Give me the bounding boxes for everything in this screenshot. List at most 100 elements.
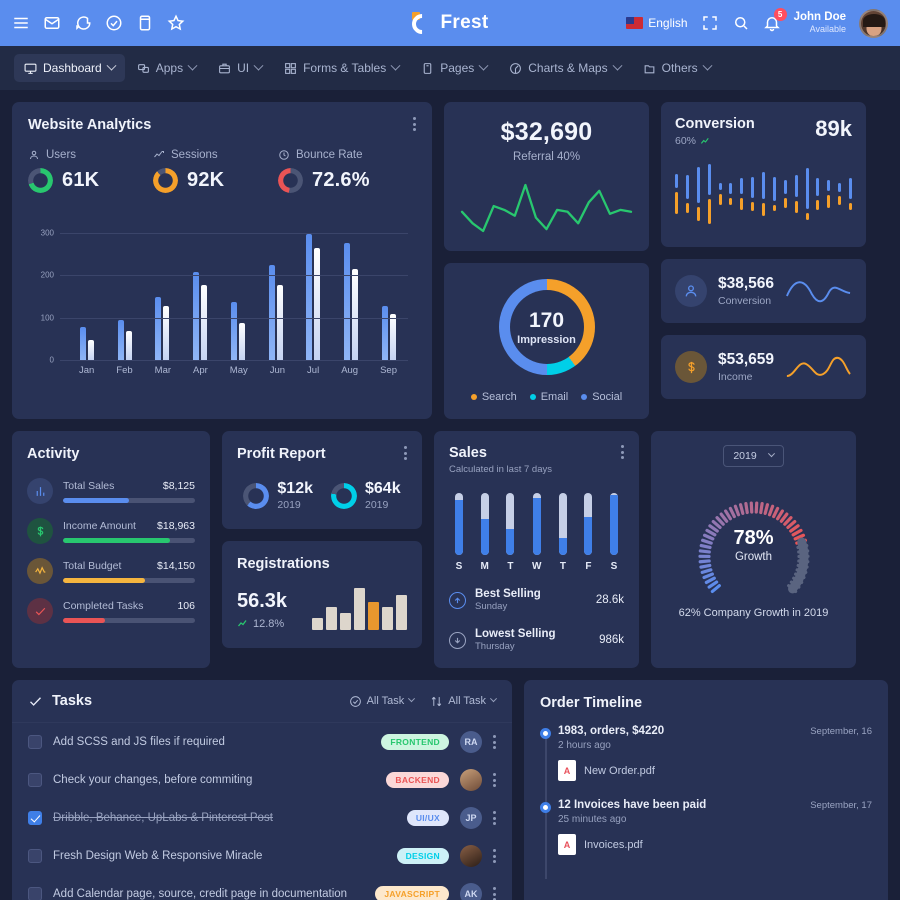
avatar[interactable] bbox=[859, 8, 888, 38]
menu-label-ui: UI bbox=[237, 61, 250, 75]
dashboard-content: Website Analytics Users 61K Sessions 92K… bbox=[0, 90, 900, 900]
menu-item-others[interactable]: Others bbox=[633, 54, 721, 82]
card-options-button[interactable] bbox=[413, 117, 416, 131]
user-info[interactable]: John Doe Available bbox=[794, 11, 846, 35]
timeline-file[interactable]: A New Order.pdf bbox=[558, 760, 872, 781]
search-icon[interactable] bbox=[732, 14, 750, 32]
language-selector[interactable]: English bbox=[626, 16, 688, 30]
mail-icon[interactable] bbox=[43, 14, 61, 32]
spark-bar-down bbox=[762, 202, 765, 217]
chart-bar bbox=[155, 297, 162, 360]
tasks-sort-dropdown[interactable]: All Task bbox=[430, 694, 498, 708]
gauge-tick bbox=[710, 584, 721, 594]
user-name: John Doe bbox=[793, 11, 846, 24]
menu-item-charts-maps[interactable]: Charts & Maps bbox=[499, 54, 630, 82]
sales-bar-label: T bbox=[559, 561, 566, 572]
menu-item-ui[interactable]: UI bbox=[208, 54, 272, 82]
sales-bar-track bbox=[480, 493, 489, 555]
task-options-button[interactable] bbox=[493, 849, 496, 863]
menu-item-forms-tables[interactable]: Forms & Tables bbox=[274, 54, 409, 82]
card-options-button[interactable] bbox=[404, 446, 407, 460]
task-options-button[interactable] bbox=[493, 887, 496, 900]
progress-fill bbox=[63, 577, 145, 583]
chart-gridline bbox=[60, 360, 408, 361]
grid-icon bbox=[285, 62, 296, 74]
tasks-filter-dropdown[interactable]: All Task bbox=[349, 694, 416, 708]
task-checkbox[interactable] bbox=[28, 887, 42, 900]
sales-title: Sales bbox=[449, 445, 487, 461]
stat-bounce-rate: Bounce Rate 72.6% bbox=[278, 149, 403, 193]
task-row[interactable]: Check your changes, before commiting BACK… bbox=[12, 761, 512, 799]
gauge-tick bbox=[733, 504, 740, 517]
lowest-selling-value: 986k bbox=[599, 634, 624, 646]
spark-bar-down bbox=[718, 194, 722, 206]
sort-icon bbox=[432, 696, 442, 706]
menu-icon[interactable] bbox=[12, 14, 30, 32]
x-axis-tick: Aug bbox=[341, 365, 359, 376]
spark-bar-pair bbox=[762, 171, 765, 217]
calendar-icon[interactable] bbox=[136, 14, 154, 32]
legend-label: Search bbox=[481, 391, 517, 403]
menu-item-dashboard[interactable]: Dashboard bbox=[14, 54, 125, 82]
conversion-card: Conversion 60% 89k bbox=[661, 102, 866, 247]
spark-bar-pair bbox=[751, 177, 755, 211]
avatar[interactable]: RA bbox=[460, 731, 482, 753]
dashboard-row-1: Website Analytics Users 61K Sessions 92K… bbox=[12, 102, 888, 419]
spark-bar-pair bbox=[838, 183, 842, 205]
sales-bar-fill bbox=[532, 497, 541, 555]
task-checkbox[interactable] bbox=[28, 811, 42, 825]
progress-fill bbox=[63, 497, 129, 503]
revenue-sparkline bbox=[460, 183, 633, 233]
sales-bar-column: M bbox=[481, 493, 489, 572]
timeline-file[interactable]: A Invoices.pdf bbox=[558, 834, 872, 855]
chevron-down-icon bbox=[187, 60, 198, 71]
task-row[interactable]: Dribble, Behance, UpLabs & Pinterest Pos… bbox=[12, 799, 512, 837]
task-checkbox[interactable] bbox=[28, 773, 42, 787]
task-row[interactable]: Add SCSS and JS files if required FRONTEN… bbox=[12, 723, 512, 761]
tasks-filter-label: All Task bbox=[366, 695, 405, 707]
avatar[interactable]: AK bbox=[460, 883, 482, 900]
task-row[interactable]: Add Calendar page, source, credit page i… bbox=[12, 875, 512, 900]
spark-bar-pair bbox=[783, 180, 787, 208]
dollar-icon bbox=[675, 351, 707, 383]
task-row[interactable]: Fresh Design Web & Responsive Miracle DES… bbox=[12, 837, 512, 875]
card-options-button[interactable] bbox=[621, 445, 624, 459]
task-options-button[interactable] bbox=[493, 735, 496, 749]
task-tag: FRONTEND bbox=[381, 734, 449, 750]
spark-bar-up bbox=[816, 177, 820, 197]
notifications-button[interactable]: 5 bbox=[763, 8, 787, 32]
task-options-button[interactable] bbox=[493, 811, 496, 825]
spark-bar-down bbox=[816, 200, 820, 211]
spark-bar-down bbox=[707, 199, 711, 224]
fullscreen-icon[interactable] bbox=[701, 14, 719, 32]
timeline-item-title: 12 Invoices have been paid bbox=[558, 799, 707, 811]
chat-icon[interactable] bbox=[74, 14, 92, 32]
menu-item-pages[interactable]: Pages bbox=[411, 54, 497, 82]
sales-bar-column: W bbox=[532, 493, 541, 572]
year-select[interactable]: 2019 bbox=[723, 445, 784, 467]
sales-bar-column: S bbox=[455, 493, 463, 572]
spark-bar-up bbox=[685, 175, 689, 199]
chevron-down-icon bbox=[702, 60, 713, 71]
avatar[interactable] bbox=[460, 769, 482, 791]
gauge-tick bbox=[719, 512, 728, 523]
registrations-bar-chart bbox=[312, 588, 407, 630]
task-options-button[interactable] bbox=[493, 773, 496, 787]
bar-group bbox=[382, 306, 396, 360]
revenue-subtitle: Referral 40% bbox=[512, 151, 581, 163]
impression-legend: Search Email Social bbox=[470, 391, 622, 403]
task-checkbox[interactable] bbox=[28, 849, 42, 863]
chart-bar bbox=[201, 284, 208, 360]
avatar[interactable]: JP bbox=[460, 807, 482, 829]
brand-logo: Frest bbox=[370, 9, 530, 39]
timeline-item: 1983, orders, $4220 September, 16 2 hours … bbox=[540, 725, 872, 799]
menu-item-apps[interactable]: Apps bbox=[127, 54, 206, 82]
arrow-up-icon bbox=[449, 591, 466, 609]
spark-bar-up bbox=[696, 167, 700, 204]
check-circle-icon[interactable] bbox=[105, 14, 123, 32]
sales-card: Sales Calculated in last 7 days SMTWTFS … bbox=[434, 431, 639, 668]
star-icon[interactable] bbox=[167, 14, 185, 32]
task-checkbox[interactable] bbox=[28, 735, 42, 749]
revenue-card: $32,690 Referral 40% bbox=[444, 102, 649, 251]
avatar[interactable] bbox=[460, 845, 482, 867]
